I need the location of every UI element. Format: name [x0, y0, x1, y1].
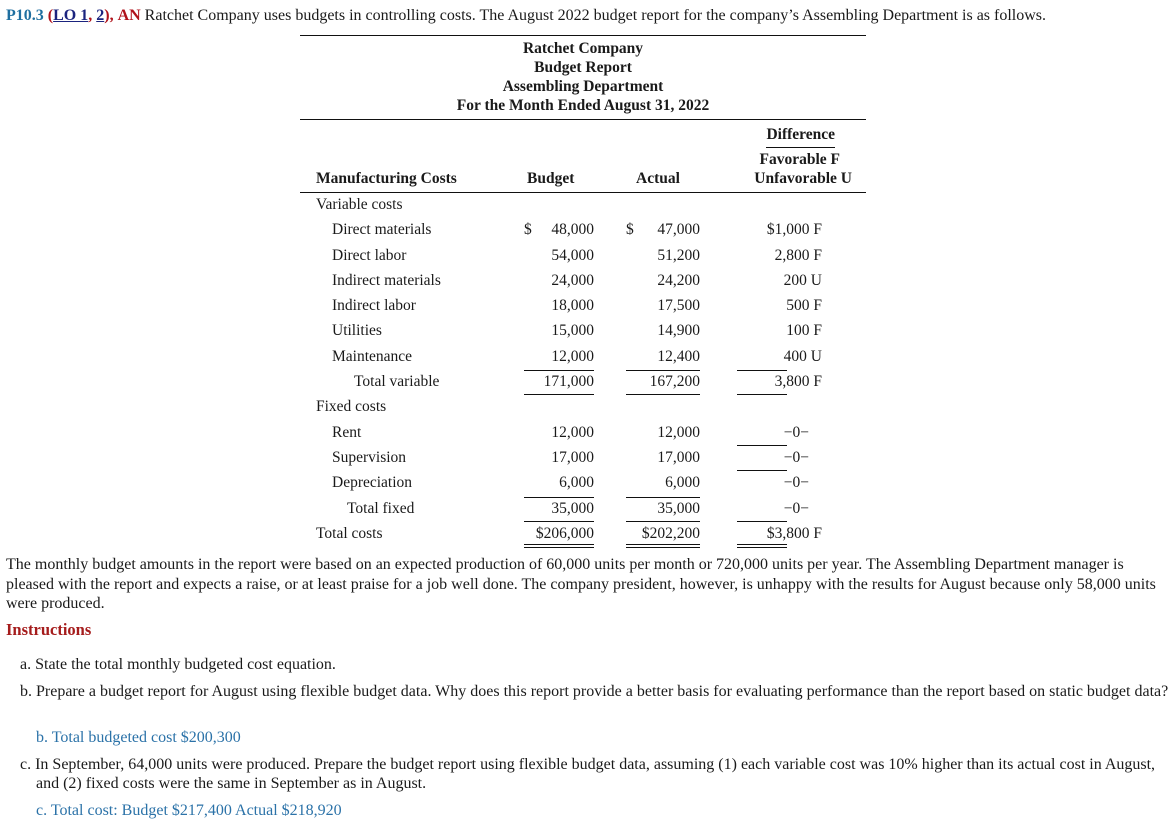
total-fixed-row: Total fixed 35,000 35,000 −0−	[300, 496, 866, 522]
row-label: Direct labor	[332, 246, 407, 264]
actual-value: $202,200	[641, 524, 700, 542]
difference-value: −0−	[783, 423, 809, 441]
report-title: Budget Report	[534, 59, 632, 76]
cost-row: Supervision 17,000 17,000 −0−	[300, 446, 866, 471]
budget-value: $206,000	[535, 524, 594, 542]
cost-row: Depreciation 6,000 6,000 −0−	[300, 471, 866, 496]
row-label: Depreciation	[332, 474, 413, 492]
problem-id: P10.3	[6, 7, 44, 24]
section-fixed-costs: Fixed costs	[300, 395, 866, 420]
cost-row: Rent 12,000 12,000 −0−	[300, 421, 866, 446]
manufacturing-costs-header: Manufacturing Costs	[316, 170, 457, 187]
row-label: Indirect materials	[332, 271, 441, 289]
actual-value: 167,200	[649, 373, 700, 391]
section-label: Variable costs	[316, 196, 403, 213]
budget-value: 12,000	[551, 423, 594, 441]
scenario-paragraph: The monthly budget amounts in the report…	[6, 556, 1156, 612]
row-label: Total variable	[354, 373, 440, 391]
difference-value: 500 F	[786, 297, 822, 315]
total-costs-row: Total costs $206,000 $202,200 $3,800 F	[300, 522, 866, 548]
cost-row: Indirect materials 24,000 24,200 200 U	[300, 269, 866, 294]
row-label: Total fixed	[347, 499, 415, 517]
budget-value: 171,000	[543, 373, 594, 391]
difference-value: 400 U	[783, 347, 822, 365]
row-label: Rent	[332, 423, 362, 441]
total-variable-row: Total variable 171,000 167,200 3,800 F	[300, 370, 866, 396]
actual-value: 6,000	[665, 474, 700, 492]
difference-value: 3,800 F	[774, 373, 822, 391]
row-label: Indirect labor	[332, 297, 416, 315]
learning-objective-link-1[interactable]: LO 1	[53, 7, 88, 24]
budget-report: Ratchet Company Budget Report Assembling…	[300, 35, 866, 548]
actual-value: 51,200	[657, 246, 700, 264]
budget-header: Budget	[527, 170, 575, 187]
problem-tag: AN	[117, 7, 141, 24]
department-name: Assembling Department	[502, 78, 664, 95]
cost-row: Indirect labor 18,000 17,500 500 F	[300, 294, 866, 319]
cost-row: Direct labor 54,000 51,200 2,800 F	[300, 244, 866, 269]
difference-value: −0−	[783, 448, 809, 466]
actual-value: 35,000	[657, 499, 700, 517]
actual-value: 17,000	[657, 448, 700, 466]
row-label: Supervision	[332, 448, 407, 466]
actual-value: 47,000	[657, 221, 700, 239]
budget-value: 12,000	[551, 347, 594, 365]
row-label: Utilities	[332, 322, 382, 340]
actual-value: 14,900	[657, 322, 700, 340]
unfavorable-header: Unfavorable U	[754, 170, 852, 187]
cost-row: Direct materials $ $48,000 47,000 $1,000 F	[300, 218, 866, 243]
budget-value: 6,000	[559, 474, 594, 492]
budget-value: 24,000	[551, 271, 594, 289]
instruction-a: a. State the total monthly budgeted cost…	[20, 656, 336, 673]
favorable-header: Favorable F	[759, 151, 841, 168]
budget-value: 18,000	[551, 297, 594, 315]
problem-intro: P10.3 (LO 1, 2), AN Ratchet Company uses…	[6, 7, 1166, 25]
actual-header: Actual	[636, 170, 680, 187]
budget-value: 54,000	[551, 246, 594, 264]
difference-value: −0−	[783, 474, 809, 492]
budget-value: 17,000	[551, 448, 594, 466]
report-period: For the Month Ended August 31, 2022	[456, 97, 710, 114]
actual-value: 12,400	[657, 347, 700, 365]
row-label: Direct materials	[332, 221, 432, 239]
intro-text: Ratchet Company uses budgets in controll…	[144, 7, 1047, 24]
section-variable-costs: Variable costs	[300, 193, 866, 218]
budget-value: 35,000	[551, 499, 594, 517]
difference-value: 200 U	[783, 271, 822, 289]
instruction-b: b. Prepare a budget report for August us…	[20, 683, 1168, 700]
column-headers: Difference Favorable F Manufacturing Cos…	[300, 120, 866, 192]
lo-close: ),	[104, 7, 114, 24]
actual-value: 12,000	[657, 423, 700, 441]
budget-value: 48,000	[551, 221, 594, 239]
budget-value: 15,000	[551, 322, 594, 340]
difference-value: $3,800 F	[766, 524, 822, 542]
difference-value: −0−	[783, 499, 809, 517]
row-label: Total costs	[316, 524, 383, 542]
report-heading: Ratchet Company Budget Report Assembling…	[300, 36, 866, 119]
cost-row: Maintenance 12,000 12,400 400 U	[300, 345, 866, 370]
difference-value: 2,800 F	[774, 246, 822, 264]
instruction-c: c. In September, 64,000 units were produ…	[20, 756, 1156, 792]
actual-value: 17,500	[657, 297, 700, 315]
actual-value: 24,200	[657, 271, 700, 289]
cost-row: Utilities 15,000 14,900 100 F	[300, 319, 866, 344]
difference-value: $1,000 F	[766, 221, 822, 239]
difference-header: Difference	[766, 126, 835, 148]
company-name: Ratchet Company	[522, 40, 644, 57]
difference-value: 100 F	[786, 322, 822, 340]
section-label: Fixed costs	[316, 398, 387, 416]
instructions-title: Instructions	[6, 620, 92, 639]
answer-c: c. Total cost: Budget $217,400 Actual $2…	[36, 802, 342, 819]
row-label: Maintenance	[332, 347, 413, 365]
answer-b: b. Total budgeted cost $200,300	[36, 729, 241, 746]
